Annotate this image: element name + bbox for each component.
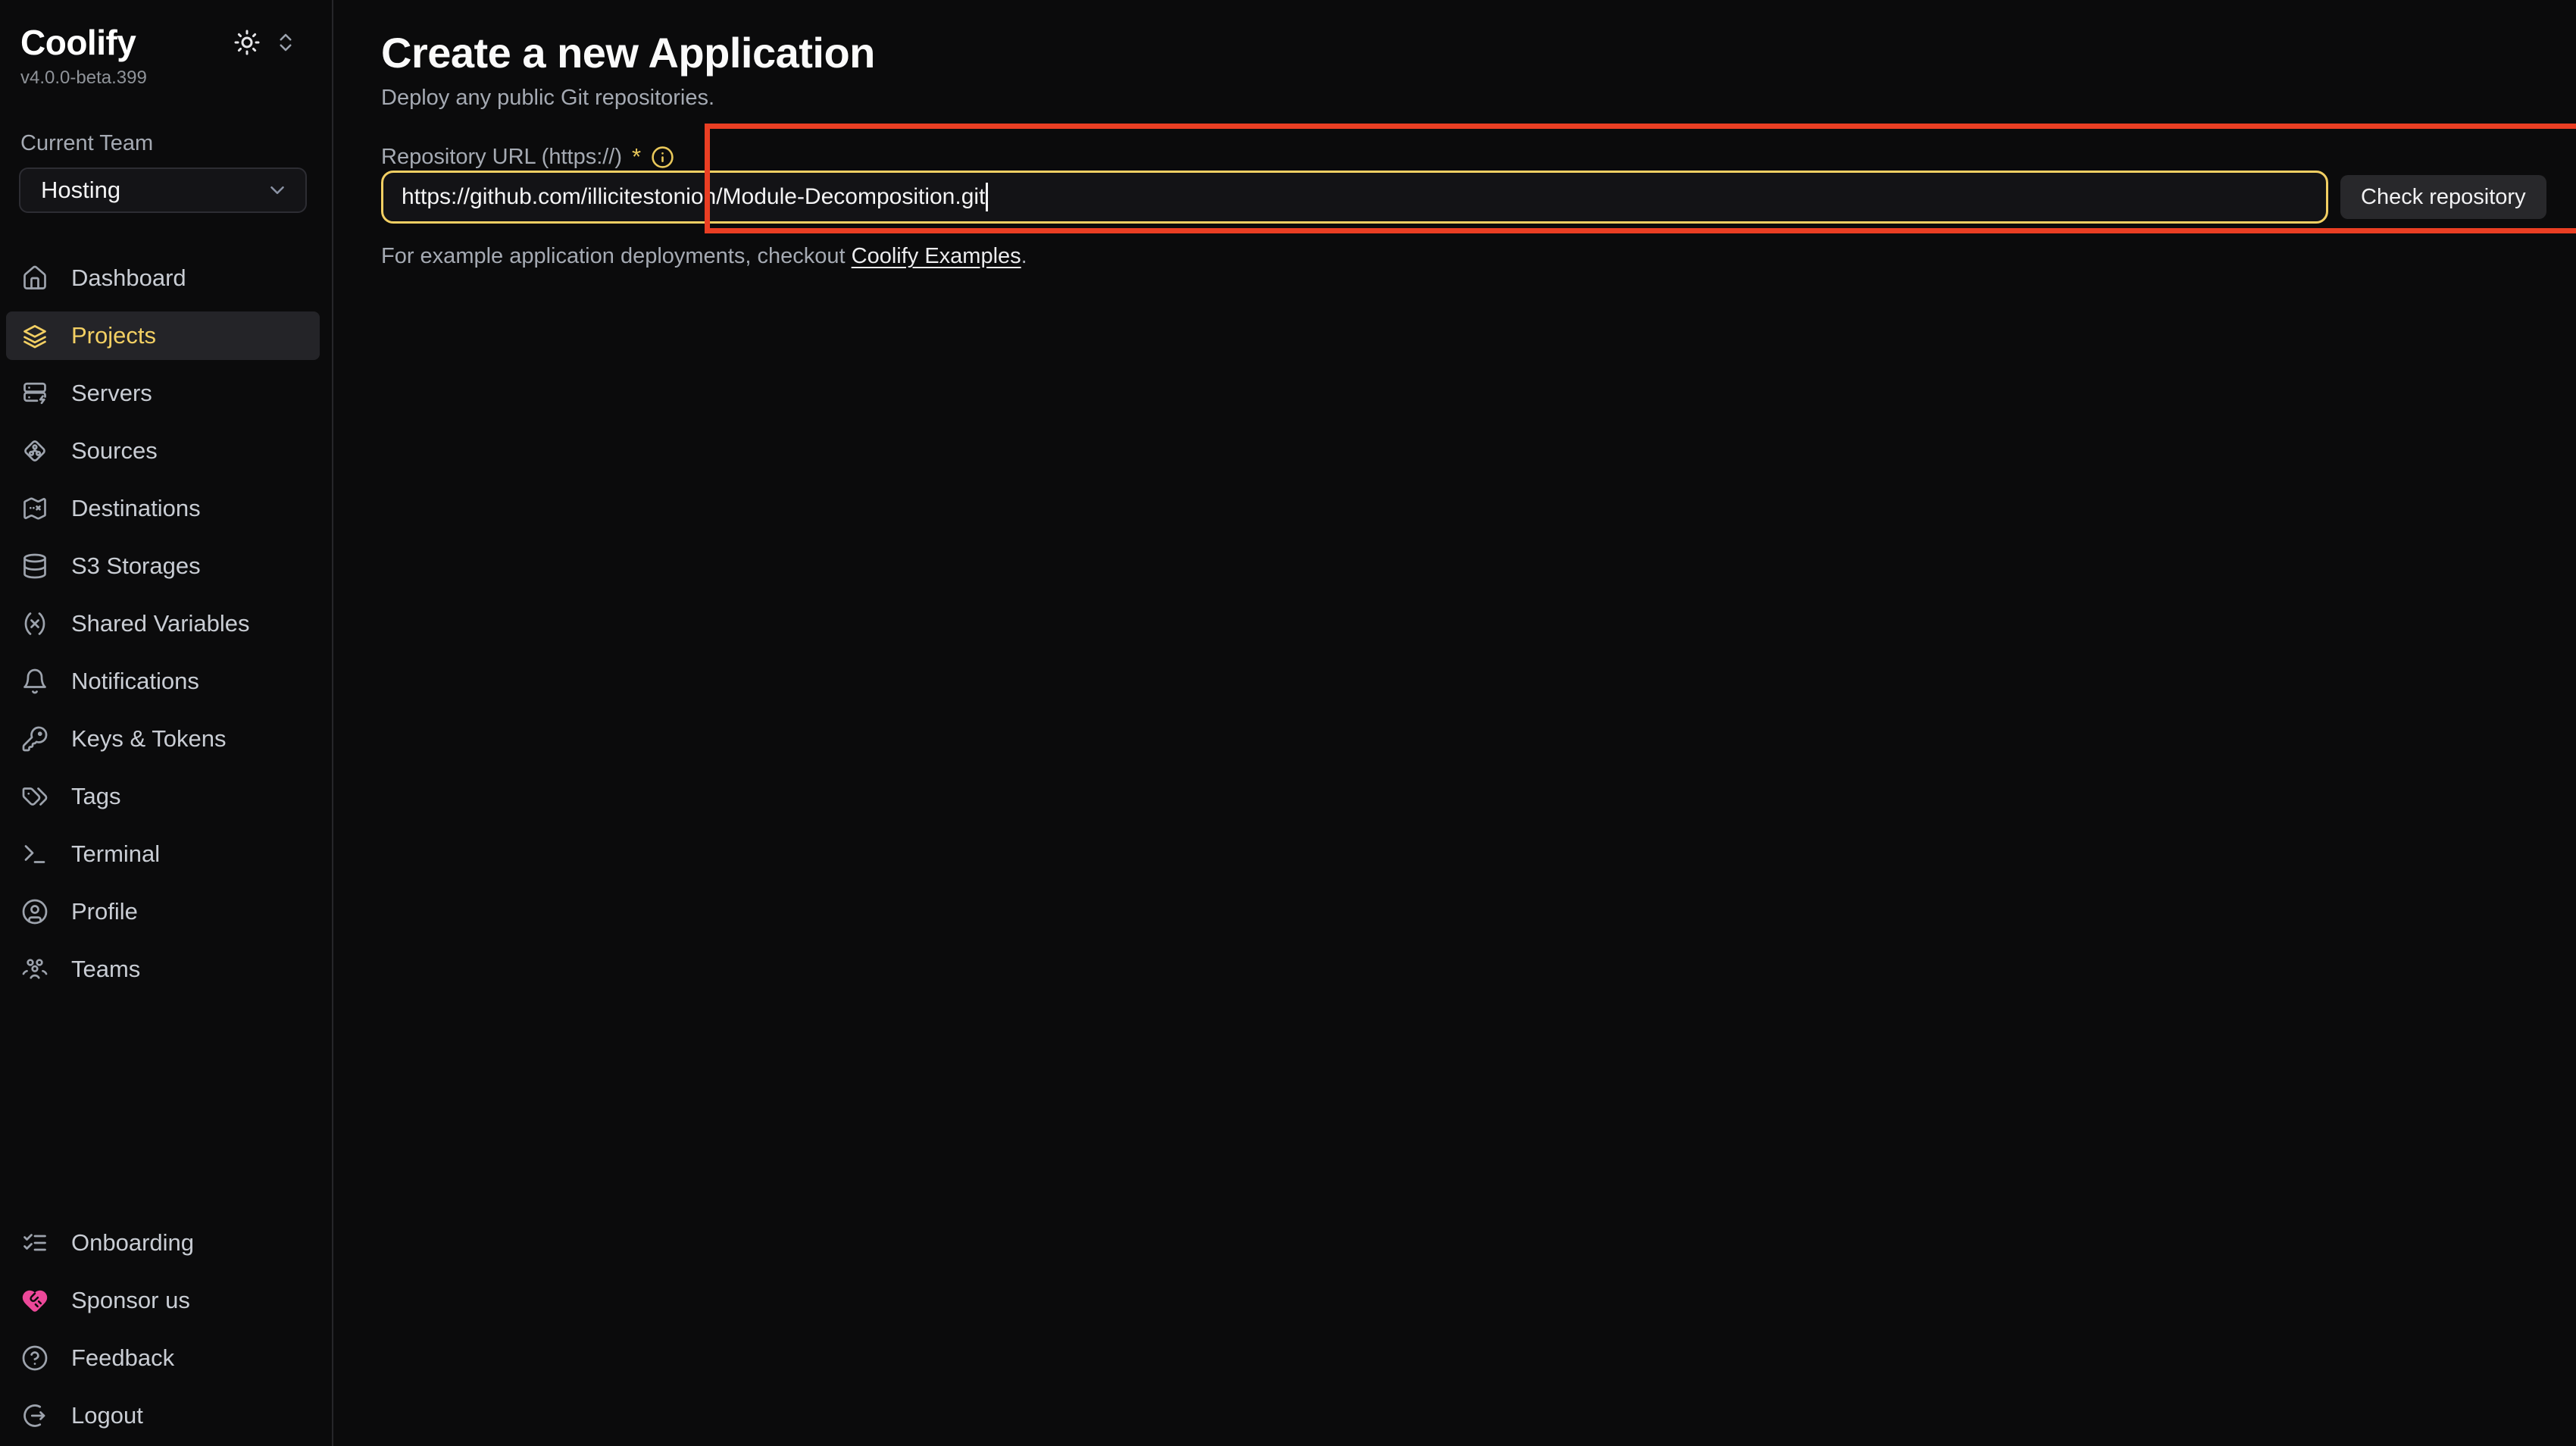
sidebar-item-teams[interactable]: Teams — [6, 945, 320, 994]
sidebar-item-label: Feedback — [71, 1344, 174, 1372]
sidebar-item-sources[interactable]: Sources — [6, 427, 320, 475]
variable-icon — [21, 610, 48, 637]
sidebar-item-shared-variables[interactable]: Shared Variables — [6, 599, 320, 648]
map-icon — [21, 495, 48, 522]
sidebar-item-label: Profile — [71, 898, 138, 925]
checklist-icon — [21, 1229, 48, 1257]
sidebar-item-dashboard[interactable]: Dashboard — [6, 254, 320, 302]
main-content: Create a new Application Deploy any publ… — [333, 0, 2576, 1446]
sidebar-item-destinations[interactable]: Destinations — [6, 484, 320, 533]
sidebar-nav: Dashboard Projects Servers Sources Desti… — [0, 254, 332, 994]
sidebar-item-label: Tags — [71, 783, 120, 810]
sidebar-item-feedback[interactable]: Feedback — [6, 1334, 320, 1382]
sidebar-header: Coolify — [0, 23, 332, 63]
sidebar-item-onboarding[interactable]: Onboarding — [6, 1219, 320, 1267]
page-title: Create a new Application — [381, 27, 2576, 78]
required-asterisk: * — [632, 143, 641, 171]
help-circle-icon — [21, 1344, 48, 1372]
team-select[interactable]: Hosting — [19, 167, 307, 213]
tags-icon — [21, 783, 48, 810]
repository-url-label-row: Repository URL (https://) * — [381, 143, 2576, 171]
terminal-icon — [21, 840, 48, 868]
sidebar-item-label: S3 Storages — [71, 552, 201, 580]
user-circle-icon — [21, 898, 48, 925]
sidebar-item-label: Destinations — [71, 495, 201, 522]
heart-handshake-icon — [21, 1287, 48, 1314]
helper-text: For example application deployments, che… — [381, 244, 2576, 269]
sidebar-item-label: Shared Variables — [71, 610, 250, 637]
home-icon — [21, 264, 48, 292]
sidebar-item-label: Onboarding — [71, 1229, 194, 1257]
chevrons-up-down-icon[interactable] — [274, 31, 297, 54]
info-icon[interactable] — [651, 146, 674, 169]
server-icon — [21, 380, 48, 407]
sidebar: Coolify v4.0.0-beta.399 Current Team Hos… — [0, 0, 333, 1446]
sidebar-item-sponsor-us[interactable]: Sponsor us — [6, 1276, 320, 1325]
repository-url-label: Repository URL (https://) — [381, 143, 622, 171]
header-icons — [233, 29, 297, 56]
logout-icon — [21, 1402, 48, 1429]
sun-icon[interactable] — [233, 29, 261, 56]
coolify-examples-link[interactable]: Coolify Examples — [852, 244, 1021, 268]
sidebar-item-label: Servers — [71, 380, 152, 407]
database-icon — [21, 552, 48, 580]
sidebar-item-label: Keys & Tokens — [71, 725, 226, 753]
bell-icon — [21, 668, 48, 695]
chevron-down-icon — [266, 179, 289, 202]
coolify-app: Coolify v4.0.0-beta.399 Current Team Hos… — [0, 0, 2576, 1446]
page-subtitle: Deploy any public Git repositories. — [381, 84, 2576, 111]
repository-url-input[interactable]: https://github.com/illicitestonion/Modul… — [381, 171, 2328, 224]
repository-url-value: https://github.com/illicitestonion/Modul… — [402, 184, 985, 210]
sidebar-item-label: Projects — [71, 322, 156, 349]
sidebar-item-profile[interactable]: Profile — [6, 887, 320, 936]
app-version: v4.0.0-beta.399 — [0, 67, 332, 89]
current-team-label: Current Team — [0, 131, 332, 156]
sidebar-item-label: Logout — [71, 1402, 143, 1429]
text-caret — [986, 183, 988, 211]
sidebar-item-label: Sources — [71, 437, 158, 465]
sidebar-item-projects[interactable]: Projects — [6, 311, 320, 360]
sidebar-item-s3-storages[interactable]: S3 Storages — [6, 542, 320, 590]
sidebar-item-logout[interactable]: Logout — [6, 1391, 320, 1440]
sidebar-item-label: Notifications — [71, 668, 199, 695]
repository-input-row: https://github.com/illicitestonion/Modul… — [381, 171, 2576, 224]
sidebar-item-label: Dashboard — [71, 264, 186, 292]
sidebar-item-notifications[interactable]: Notifications — [6, 657, 320, 706]
sidebar-item-terminal[interactable]: Terminal — [6, 830, 320, 878]
sidebar-item-tags[interactable]: Tags — [6, 772, 320, 821]
sidebar-item-servers[interactable]: Servers — [6, 369, 320, 418]
app-logo[interactable]: Coolify — [20, 23, 136, 63]
layers-icon — [21, 322, 48, 349]
sidebar-item-label: Sponsor us — [71, 1287, 190, 1314]
helper-suffix: . — [1021, 244, 1027, 268]
git-source-icon — [21, 437, 48, 465]
team-select-value: Hosting — [41, 177, 120, 204]
sidebar-item-label: Teams — [71, 956, 140, 983]
sidebar-item-keys-tokens[interactable]: Keys & Tokens — [6, 715, 320, 763]
repository-form: Repository URL (https://) * https://gith… — [381, 143, 2576, 269]
users-icon — [21, 956, 48, 983]
check-repository-button[interactable]: Check repository — [2340, 175, 2546, 219]
helper-prefix: For example application deployments, che… — [381, 244, 852, 268]
sidebar-footer-nav: Onboarding Sponsor us Feedback Logout — [0, 1219, 332, 1440]
key-icon — [21, 725, 48, 753]
sidebar-item-label: Terminal — [71, 840, 160, 868]
